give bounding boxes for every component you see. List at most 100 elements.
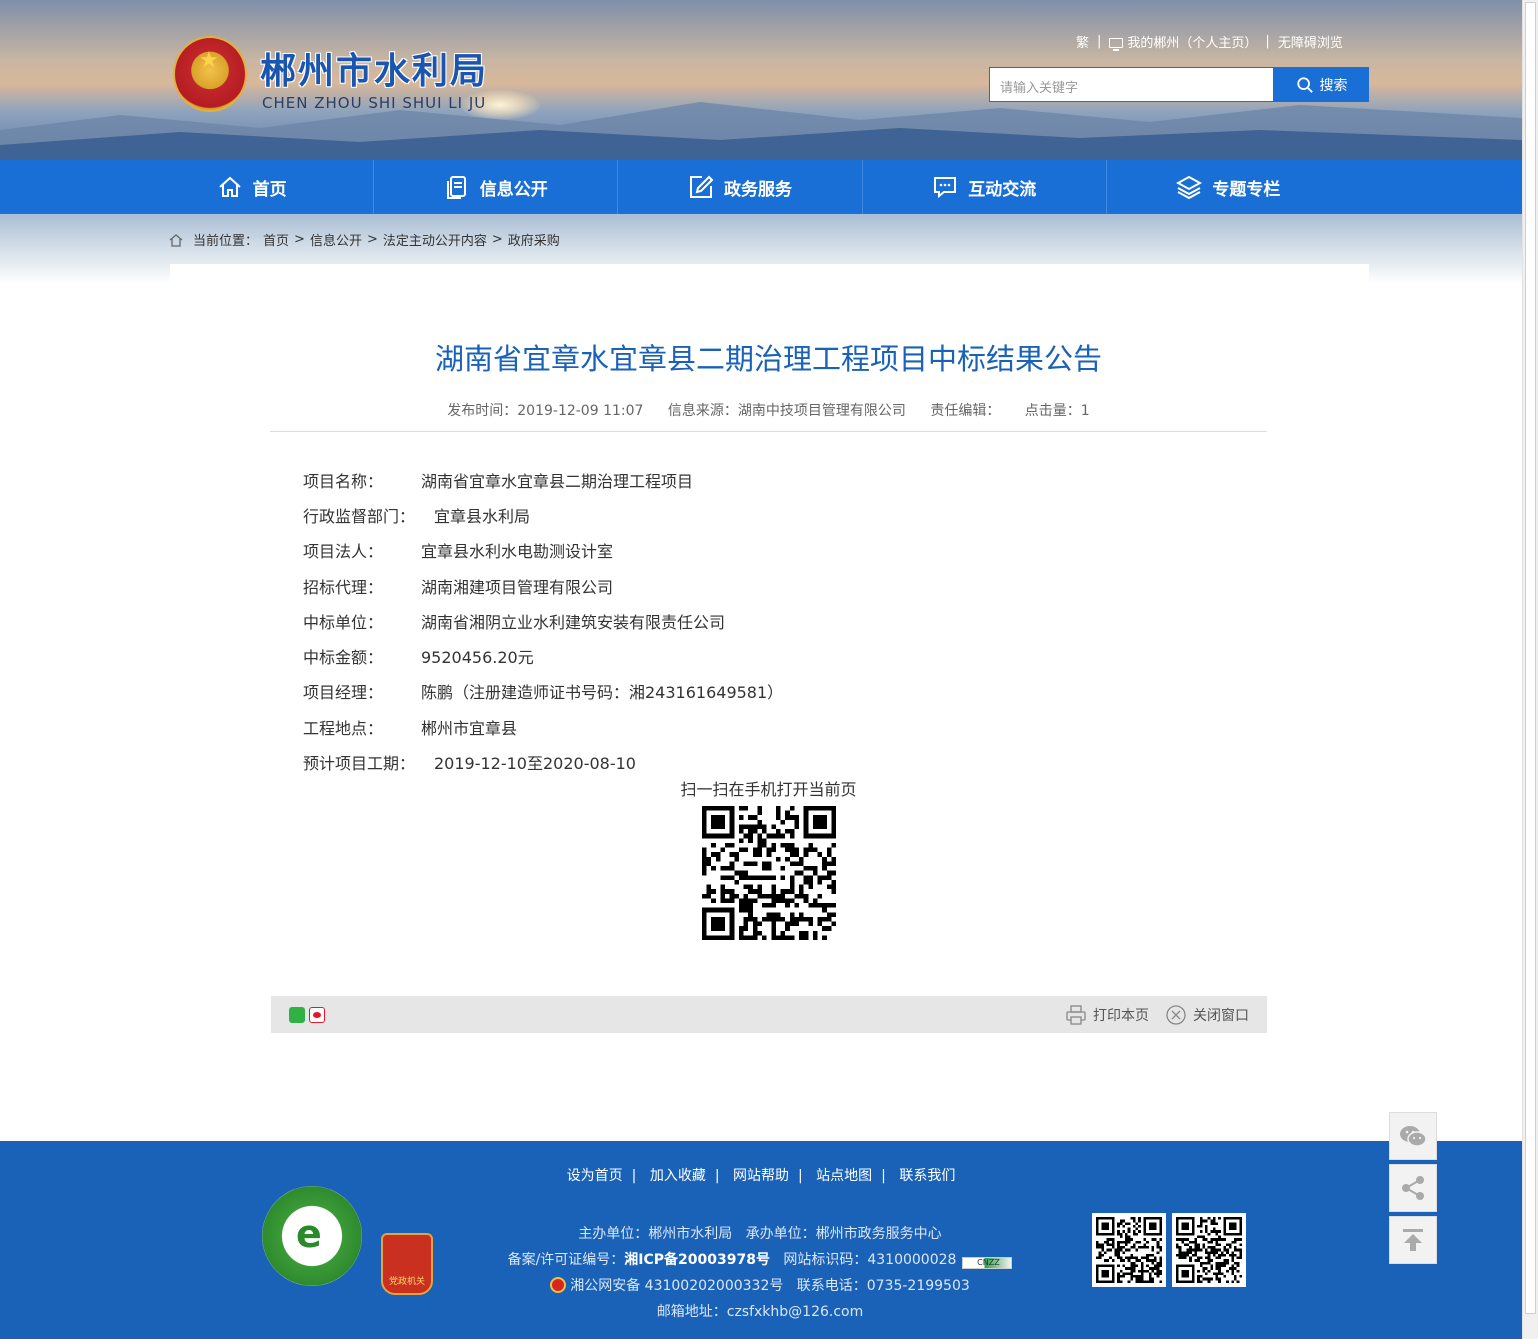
- breadcrumb-public-content[interactable]: 法定主动公开内容: [383, 230, 487, 249]
- field-row-legal-person: 项目法人： 宜章县水利水电勘测设计室: [303, 533, 1203, 568]
- field-label: 行政监督部门：: [303, 506, 416, 526]
- police-record[interactable]: 湘公网安备 43100202000332号: [570, 1278, 783, 1294]
- scrollbar-thumb[interactable]: [1525, 2, 1536, 1314]
- side-wechat-button[interactable]: [1389, 1112, 1437, 1160]
- nav-item-home[interactable]: 首页: [130, 160, 375, 214]
- field-row-amount: 中标金额： 9520456.20元: [303, 638, 1203, 673]
- publish-time: 发布时间：2019-12-09 11:07: [447, 403, 644, 419]
- article-title: 湖南省宜章水宜章县二期治理工程项目中标结果公告: [434, 342, 1102, 376]
- footer-line-3: 湘公网安备 43100202000332号 联系电话：0735-2199503: [430, 1273, 1090, 1299]
- separator: |: [798, 1168, 803, 1184]
- home-icon: [218, 176, 241, 197]
- breadcrumb-separator: >: [366, 232, 378, 247]
- footer-line-1: 主办单位：郴州市水利局 承办单位：郴州市政务服务中心: [430, 1221, 1090, 1247]
- breadcrumb-home[interactable]: 首页: [263, 230, 289, 249]
- nav-item-label: 信息公开: [479, 179, 548, 200]
- tool-actions: 打印本页 关闭窗口: [1065, 1004, 1249, 1026]
- sponsor: 主办单位：郴州市水利局: [578, 1226, 733, 1242]
- search-button-label: 搜索: [1319, 77, 1348, 94]
- print-label: 打印本页: [1093, 1008, 1149, 1024]
- my-chenzhou-label: 我的郴州（个人主页）: [1127, 36, 1258, 51]
- breadcrumb-info[interactable]: 信息公开: [310, 230, 362, 249]
- site-subtitle: CHEN ZHOU SHI SHUI LI JU: [262, 94, 487, 112]
- footer-info: 主办单位：郴州市水利局 承办单位：郴州市政务服务中心 备案/许可证编号：湘ICP…: [430, 1221, 1090, 1325]
- weibo-share-icon[interactable]: [309, 1007, 325, 1023]
- field-row-duration: 预计项目工期： 2019-12-10至2020-08-10: [303, 744, 1203, 779]
- nav-item-label: 专题专栏: [1212, 179, 1281, 200]
- my-chenzhou-link[interactable]: 我的郴州（个人主页）: [1109, 32, 1257, 51]
- footer-link-contact[interactable]: 联系我们: [890, 1168, 964, 1184]
- click-count: 点击量：1: [1024, 403, 1090, 419]
- footer-qr-code: [1172, 1213, 1246, 1287]
- field-row-project-name: 项目名称： 湖南省宜章水宜章县二期治理工程项目: [303, 462, 1203, 497]
- footer-link-sitemap[interactable]: 站点地图: [807, 1168, 881, 1184]
- footer-links: 设为首页 | 加入收藏 | 网站帮助 | 站点地图 | 联系我们: [0, 1165, 1522, 1185]
- print-button[interactable]: 打印本页: [1065, 1004, 1149, 1026]
- civilized-website-badge-icon[interactable]: e: [262, 1186, 362, 1286]
- responsible-editor: 责任编辑：: [930, 403, 1001, 419]
- nav-item-interaction[interactable]: 互动交流: [863, 160, 1107, 214]
- icp-link[interactable]: 湘ICP备20003978号: [624, 1252, 770, 1268]
- separator: |: [1265, 34, 1270, 49]
- field-value: 9520456.20元: [421, 648, 534, 668]
- footer-link-help[interactable]: 网站帮助: [724, 1168, 798, 1184]
- footer-qr-code: [1092, 1213, 1166, 1287]
- article-toolbar: 打印本页 关闭窗口: [271, 996, 1267, 1033]
- back-to-top-button[interactable]: [1389, 1216, 1437, 1264]
- national-emblem-icon: ★: [173, 36, 247, 112]
- search-input[interactable]: 请输入关键字: [989, 67, 1274, 102]
- footer-link-favorite[interactable]: 加入收藏: [641, 1168, 715, 1184]
- field-label: 项目法人：: [303, 542, 384, 562]
- wechat-icon: [1400, 1126, 1427, 1147]
- cnzz-badge-icon[interactable]: CNZZ: [962, 1257, 1013, 1269]
- nav-item-info[interactable]: 信息公开: [374, 160, 619, 214]
- field-row-agency: 招标代理： 湖南湘建项目管理有限公司: [303, 568, 1203, 603]
- field-row-supervisor: 行政监督部门： 宜章县水利局: [303, 497, 1203, 532]
- article-fields: 项目名称： 湖南省宜章水宜章县二期治理工程项目 行政监督部门： 宜章县水利局 项目法…: [303, 462, 1203, 780]
- layers-icon: [1176, 175, 1203, 200]
- page-scrollbar[interactable]: [1522, 0, 1538, 1339]
- wechat-share-icon[interactable]: [289, 1007, 305, 1023]
- field-value: 宜章县水利水电勘测设计室: [421, 542, 614, 562]
- side-share-button[interactable]: [1389, 1164, 1437, 1212]
- field-row-manager: 项目经理： 陈鹏（注册建造师证书号码：湘243161649581）: [303, 674, 1203, 709]
- footer-line-4: 邮箱地址：czsfxkhb@126.com: [430, 1299, 1090, 1325]
- separator: |: [631, 1168, 637, 1184]
- share-icon: [1402, 1176, 1424, 1200]
- nav-item-services[interactable]: 政务服务: [618, 160, 863, 214]
- breadcrumb-procurement[interactable]: 政府采购: [508, 230, 560, 249]
- field-value: 郴州市宜章县: [421, 718, 518, 738]
- nav-item-topics[interactable]: 专题专栏: [1107, 160, 1350, 214]
- field-label: 招标代理：: [303, 577, 384, 597]
- footer-link-set-home[interactable]: 设为首页: [558, 1168, 632, 1184]
- separator: |: [714, 1168, 720, 1184]
- field-label: 中标单位：: [303, 612, 384, 632]
- search-button[interactable]: 搜索: [1274, 67, 1369, 102]
- separator: |: [881, 1168, 886, 1184]
- email: 邮箱地址：czsfxkhb@126.com: [656, 1304, 864, 1320]
- field-value: 宜章县水利局: [434, 506, 531, 526]
- nav-item-label: 政务服务: [724, 179, 792, 200]
- icp-prefix: 备案/许可证编号：: [507, 1252, 625, 1268]
- document-icon: [446, 176, 466, 199]
- accessibility-link[interactable]: 无障碍浏览: [1278, 32, 1343, 51]
- footer: 设为首页 | 加入收藏 | 网站帮助 | 站点地图 | 联系我们 e 党政机关 主办单位…: [0, 1141, 1522, 1339]
- field-label: 工程地点：: [303, 718, 384, 738]
- party-government-badge-icon[interactable]: 党政机关: [381, 1233, 433, 1295]
- info-source: 信息来源：湖南中技项目管理有限公司: [667, 403, 906, 419]
- chat-icon: [934, 177, 957, 199]
- phone: 联系电话：0735-2199503: [796, 1278, 970, 1294]
- top-links: 繁 | 我的郴州（个人主页） | 无障碍浏览: [1076, 32, 1343, 51]
- traditional-chinese-link[interactable]: 繁: [1076, 32, 1089, 51]
- site-code: 网站标识码：4310000028: [783, 1252, 957, 1268]
- field-value: 陈鹏（注册建造师证书号码：湘243161649581）: [421, 683, 784, 703]
- field-label: 项目名称：: [303, 471, 384, 491]
- nav-item-label: 首页: [252, 179, 287, 200]
- arrow-up-icon: [1403, 1229, 1423, 1251]
- close-circle-icon: [1166, 1005, 1186, 1025]
- close-window-button[interactable]: 关闭窗口: [1165, 1004, 1249, 1026]
- close-label: 关闭窗口: [1193, 1008, 1249, 1024]
- printer-icon: [1066, 1005, 1086, 1025]
- police-badge-icon: [550, 1277, 567, 1293]
- site-title[interactable]: 郴州市水利局: [260, 42, 488, 94]
